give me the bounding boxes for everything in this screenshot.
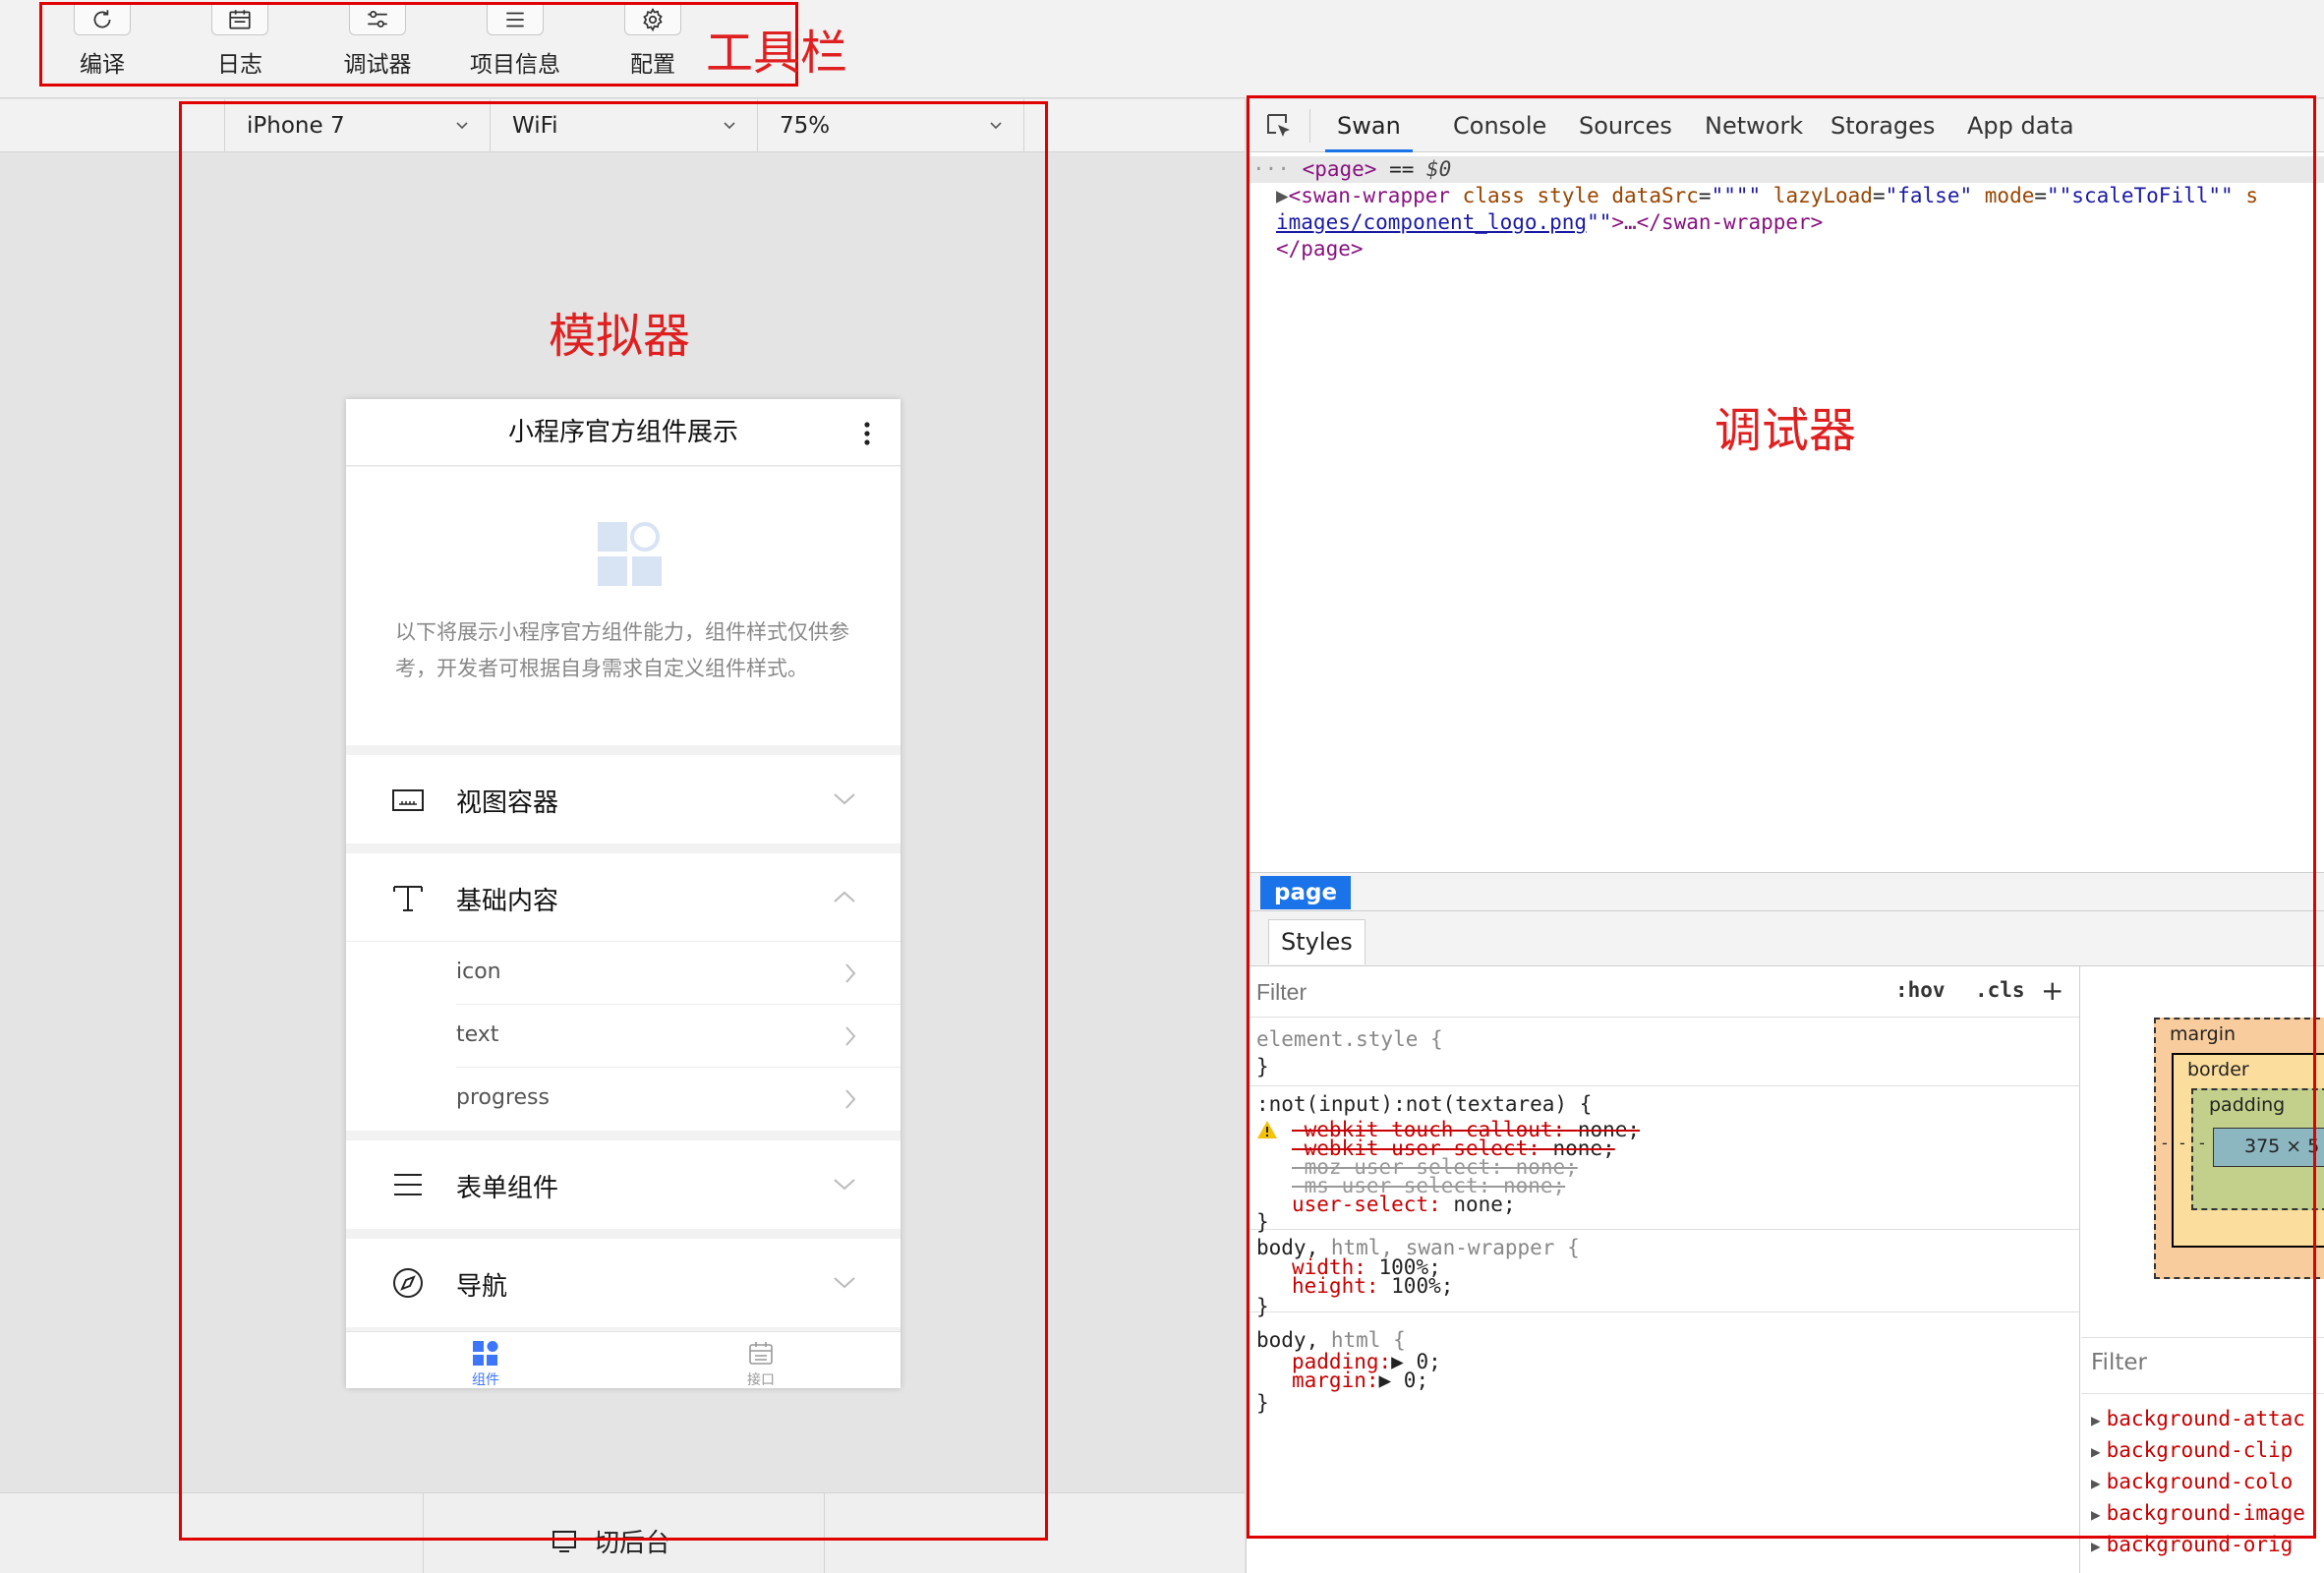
toolbar-annotation-label: 工具栏 xyxy=(706,26,848,81)
debugger-annotation-label: 调试器 xyxy=(1714,403,1857,458)
debugger-annotation-box xyxy=(1247,95,2316,1539)
toolbar-annotation-box xyxy=(39,2,798,87)
expand-triangle-icon[interactable]: ▶ xyxy=(2091,1537,2101,1555)
simulator-annotation-label: 模拟器 xyxy=(549,309,691,364)
